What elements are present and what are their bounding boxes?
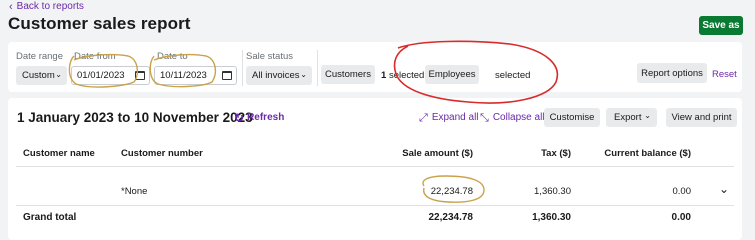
export-button[interactable]: Export ⌄ xyxy=(606,108,657,127)
divider xyxy=(317,50,318,86)
back-link-label: Back to reports xyxy=(16,1,84,12)
column-header[interactable]: Customer number xyxy=(121,148,203,159)
refresh-icon: ↻ xyxy=(234,110,245,125)
column-header[interactable]: Current balance ($) xyxy=(598,148,691,159)
sale-status-select[interactable]: All invoices ⌄ xyxy=(246,66,312,85)
column-header[interactable]: Tax ($) xyxy=(508,148,571,159)
employees-button[interactable]: Employees xyxy=(425,65,479,84)
refresh-label: Refresh xyxy=(247,112,285,123)
sale-amount-cell: 22,234.78 xyxy=(430,186,473,197)
chevron-left-icon: ‹ xyxy=(9,0,13,13)
grand-total-tax: 1,360.30 xyxy=(532,212,571,223)
chevron-down-icon: ⌄ xyxy=(55,70,62,79)
divider xyxy=(16,166,734,167)
customers-selected-text: 1 selected xyxy=(381,70,424,81)
filter-bar: Date range Custom ⌄ Date from 01/01/2023… xyxy=(8,42,742,92)
customers-selected-count: 1 xyxy=(381,70,387,81)
customers-selected-label: selected xyxy=(388,70,425,81)
sale-status-value: All invoices xyxy=(252,70,300,81)
chevron-down-icon: ⌄ xyxy=(644,111,651,120)
balance-cell: 0.00 xyxy=(672,186,692,197)
date-to-label: Date to xyxy=(157,51,188,62)
reset-link[interactable]: Reset xyxy=(712,69,737,80)
save-as-button[interactable]: Save as xyxy=(699,16,743,35)
grand-total-balance: 0.00 xyxy=(671,212,691,223)
date-range-select[interactable]: Custom ⌄ xyxy=(16,66,67,85)
export-label: Export xyxy=(614,112,642,123)
grand-total-sale-amount: 22,234.78 xyxy=(428,212,474,223)
expand-icon: ⤢ xyxy=(419,111,428,124)
report-options-button[interactable]: Report options xyxy=(637,63,707,83)
customers-button[interactable]: Customers xyxy=(321,65,375,84)
column-header[interactable]: Customer name xyxy=(23,148,95,159)
divider xyxy=(242,50,243,86)
calendar-icon[interactable] xyxy=(222,71,232,80)
chevron-down-icon: ⌄ xyxy=(300,70,307,79)
date-from-label: Date from xyxy=(74,51,116,62)
customer-number-cell: *None xyxy=(121,186,148,197)
employees-selected-label: selected xyxy=(495,70,531,81)
sale-status-label: Sale status xyxy=(246,51,293,62)
date-from-value: 01/01/2023 xyxy=(77,70,125,81)
divider xyxy=(16,205,734,206)
customise-button[interactable]: Customise xyxy=(544,108,600,127)
date-range-label: Date range xyxy=(16,51,64,62)
expand-all-link[interactable]: ⤢ Expand all xyxy=(419,112,479,123)
chevron-down-icon[interactable]: ⌄ xyxy=(719,182,729,196)
date-to-value: 10/11/2023 xyxy=(160,70,207,81)
date-from-input[interactable]: 01/01/2023 xyxy=(71,66,150,85)
report-panel: 1 January 2023 to 10 November 2023 ↻ Ref… xyxy=(8,98,742,240)
refresh-link[interactable]: ↻ Refresh xyxy=(234,110,285,125)
view-and-print-button[interactable]: View and print xyxy=(666,108,737,127)
page-title: Customer sales report xyxy=(8,14,191,33)
collapse-all-label: Collapse all xyxy=(492,112,545,123)
tax-cell: 1,360.30 xyxy=(534,186,571,197)
date-to-input[interactable]: 10/11/2023 xyxy=(154,66,237,85)
back-to-reports-link[interactable]: ‹ Back to reports xyxy=(9,1,84,12)
calendar-icon[interactable] xyxy=(135,71,145,80)
column-header[interactable]: Sale amount ($) xyxy=(388,148,473,159)
collapse-icon: ⤡ xyxy=(480,111,489,124)
collapse-all-link[interactable]: ⤡ Collapse all xyxy=(480,112,545,123)
expand-all-label: Expand all xyxy=(431,112,479,123)
date-range-value: Custom xyxy=(22,70,55,81)
report-date-range: 1 January 2023 to 10 November 2023 xyxy=(17,110,253,125)
grand-total-label: Grand total xyxy=(23,212,77,223)
